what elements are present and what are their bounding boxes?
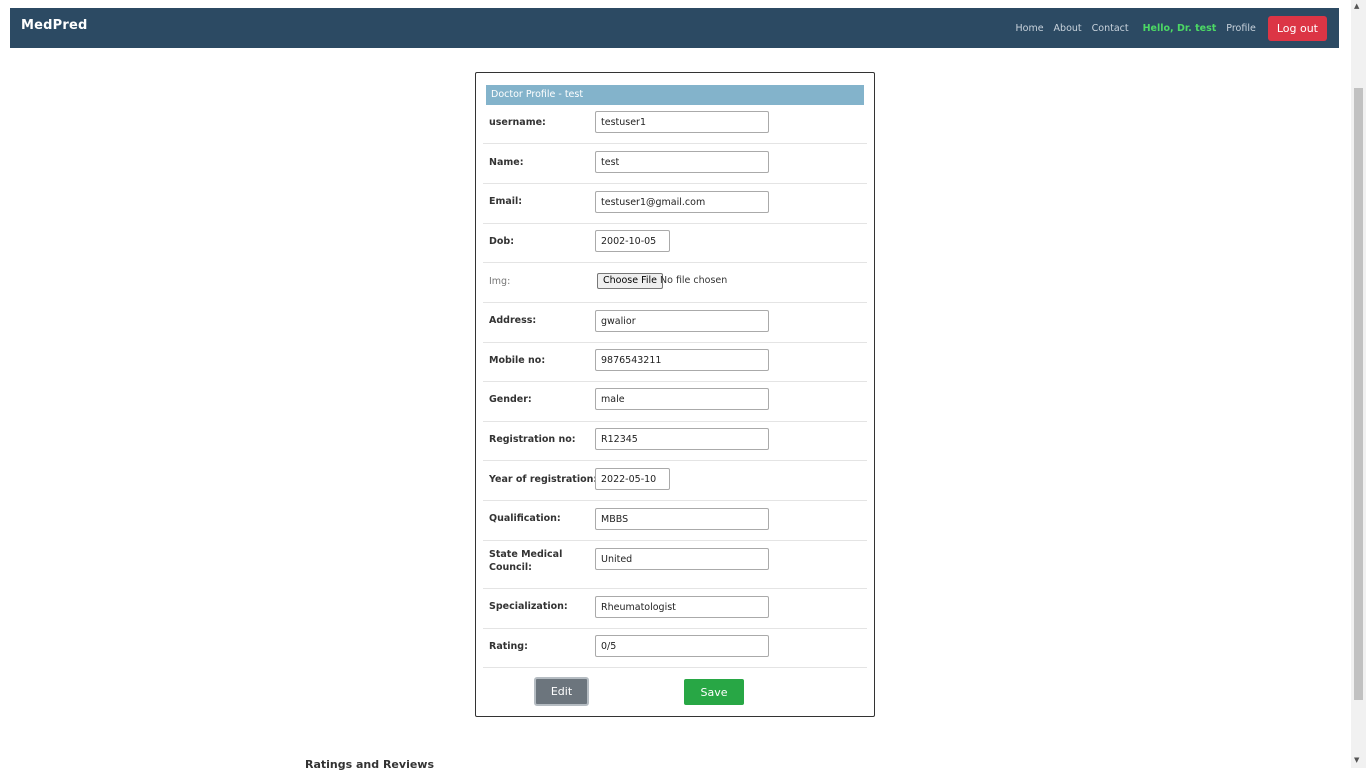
- user-greeting: Hello, Dr. test: [1142, 22, 1217, 34]
- card-header: Doctor Profile - test: [486, 85, 864, 105]
- label-name: Name:: [489, 157, 524, 168]
- row-img: Img: Choose File No file chosen: [483, 263, 867, 303]
- ratings-reviews-heading: Ratings and Reviews: [305, 758, 435, 771]
- mobile-field[interactable]: [595, 349, 769, 371]
- row-specialization: Specialization:: [483, 589, 867, 629]
- logout-button[interactable]: Log out: [1267, 15, 1327, 41]
- name-field[interactable]: [595, 151, 769, 173]
- nav-about[interactable]: About: [1054, 23, 1082, 34]
- row-gender: Gender:: [483, 382, 867, 422]
- row-registration-no: Registration no:: [483, 422, 867, 461]
- label-email: Email:: [489, 196, 523, 207]
- row-state-medical-council: State Medical Council:: [483, 541, 867, 589]
- label-gender: Gender:: [489, 394, 532, 405]
- label-qualification: Qualification:: [489, 513, 561, 524]
- brand-logo[interactable]: MedPred: [21, 18, 88, 33]
- label-dob: Dob:: [489, 236, 515, 247]
- dob-field[interactable]: [595, 230, 670, 252]
- row-username: username:: [483, 108, 867, 144]
- row-qualification: Qualification:: [483, 501, 867, 541]
- navbar: MedPred Home About Contact Hello, Dr. te…: [10, 8, 1339, 48]
- specialization-field[interactable]: [595, 596, 769, 618]
- nav-home[interactable]: Home: [1015, 23, 1043, 34]
- label-mobile: Mobile no:: [489, 355, 546, 366]
- year-of-registration-field[interactable]: [595, 468, 670, 490]
- label-year-of-registration: Year of registration:: [489, 474, 598, 485]
- username-field[interactable]: [595, 111, 769, 133]
- save-button[interactable]: Save: [684, 679, 744, 705]
- email-field[interactable]: [595, 191, 769, 213]
- row-address: Address:: [483, 303, 867, 343]
- label-address: Address:: [489, 315, 537, 326]
- row-dob: Dob:: [483, 224, 867, 263]
- edit-button[interactable]: Edit: [534, 677, 589, 706]
- label-username: username:: [489, 117, 546, 128]
- label-rating: Rating:: [489, 641, 528, 652]
- scroll-up-icon[interactable]: ▲: [1354, 2, 1359, 10]
- row-year-of-registration: Year of registration:: [483, 461, 867, 501]
- row-email: Email:: [483, 184, 867, 224]
- row-mobile: Mobile no:: [483, 343, 867, 382]
- file-status: No file chosen: [660, 275, 728, 286]
- label-specialization: Specialization:: [489, 601, 568, 612]
- choose-file-button[interactable]: Choose File: [597, 273, 663, 289]
- label-img: Img:: [489, 276, 511, 287]
- nav-links: Home About Contact Hello, Dr. test Profi…: [1005, 8, 1327, 48]
- state-medical-council-field[interactable]: [595, 548, 769, 570]
- registration-no-field[interactable]: [595, 428, 769, 450]
- scroll-down-icon[interactable]: ▼: [1354, 756, 1359, 764]
- rating-field[interactable]: [595, 635, 769, 657]
- address-field[interactable]: [595, 310, 769, 332]
- gender-field[interactable]: [595, 388, 769, 410]
- doctor-profile-card: Doctor Profile - test username: Name: Em…: [475, 72, 875, 717]
- label-state-medical-council: State Medical Council:: [489, 549, 563, 573]
- scroll-thumb[interactable]: [1354, 88, 1363, 700]
- page-scrollbar[interactable]: ▲ ▼: [1351, 0, 1366, 768]
- qualification-field[interactable]: [595, 508, 769, 530]
- nav-profile[interactable]: Profile: [1226, 23, 1256, 34]
- nav-contact[interactable]: Contact: [1092, 23, 1129, 34]
- label-registration-no: Registration no:: [489, 434, 576, 445]
- row-rating: Rating:: [483, 629, 867, 668]
- row-name: Name:: [483, 144, 867, 184]
